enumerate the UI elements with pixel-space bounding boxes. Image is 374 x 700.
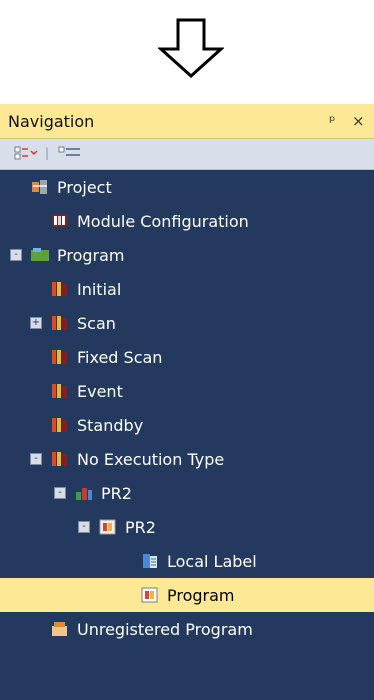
- collapse-all-button[interactable]: [58, 144, 84, 162]
- program-group-icon: [50, 314, 70, 332]
- tree-item-label: Unregistered Program: [77, 619, 253, 639]
- tree-item-label: Scan: [77, 313, 116, 333]
- panel-title-bar: Navigation ᵖ ×: [0, 104, 374, 139]
- tree-item-label: Event: [77, 381, 123, 401]
- tree-item-label: Initial: [77, 279, 122, 299]
- program-group-icon: [50, 348, 70, 366]
- tree-row[interactable]: Event: [0, 374, 374, 408]
- navigation-panel: Navigation ᵖ × | Project Module Configura…: [0, 104, 374, 700]
- local-label-icon: [140, 552, 160, 570]
- pin-icon[interactable]: ᵖ: [329, 112, 335, 130]
- tree-row[interactable]: - PR2: [0, 476, 374, 510]
- collapse-toggle[interactable]: -: [54, 487, 66, 499]
- tree-item-label: Module Configuration: [77, 211, 249, 231]
- tree-item-label: No Execution Type: [77, 449, 225, 469]
- program-group-icon: [50, 416, 70, 434]
- tree-row[interactable]: Local Label: [0, 544, 374, 578]
- tree-item-label: Program: [167, 585, 235, 605]
- program-group-icon: [50, 450, 70, 468]
- tree-row[interactable]: Module Configuration: [0, 204, 374, 238]
- tree-row[interactable]: Initial: [0, 272, 374, 306]
- program-body-icon: [140, 586, 160, 604]
- close-icon[interactable]: ×: [352, 112, 365, 130]
- tree-row[interactable]: Program: [0, 578, 374, 612]
- program-group-icon: [50, 280, 70, 298]
- program-block-icon: [74, 484, 94, 502]
- tree-row[interactable]: - Program: [0, 238, 374, 272]
- tree-row[interactable]: Unregistered Program: [0, 612, 374, 646]
- program-folder-icon: [30, 246, 50, 264]
- expand-collapse-button[interactable]: [14, 144, 40, 162]
- unregistered-program-icon: [50, 620, 70, 638]
- collapse-toggle[interactable]: -: [30, 453, 42, 465]
- toolbar-separator: |: [45, 146, 50, 160]
- project-icon: [30, 178, 50, 196]
- tree-row[interactable]: Project: [0, 170, 374, 204]
- expand-toggle[interactable]: +: [30, 317, 42, 329]
- tree-row[interactable]: Standby: [0, 408, 374, 442]
- tree-row[interactable]: - No Execution Type: [0, 442, 374, 476]
- tree-item-label: Fixed Scan: [77, 347, 163, 367]
- tree-item-label: Project: [57, 177, 112, 197]
- tree-row[interactable]: - PR2: [0, 510, 374, 544]
- navigation-tree: Project Module Configuration - Program Initi…: [0, 170, 374, 700]
- tree-item-label: Local Label: [167, 551, 257, 571]
- collapse-all-icon: [58, 146, 80, 156]
- program-file-icon: [98, 518, 118, 536]
- tree-row[interactable]: Fixed Scan: [0, 340, 374, 374]
- program-group-icon: [50, 382, 70, 400]
- expand-collapse-icon: [14, 146, 38, 160]
- collapse-toggle[interactable]: -: [78, 521, 90, 533]
- collapse-toggle[interactable]: -: [10, 249, 22, 261]
- tree-item-label: PR2: [101, 483, 132, 503]
- tree-item-label: Program: [57, 245, 125, 265]
- tree-row[interactable]: + Scan: [0, 306, 374, 340]
- module-configuration-icon: [50, 212, 70, 230]
- down-arrow-icon: [157, 18, 225, 79]
- tree-item-label: Standby: [77, 415, 144, 435]
- panel-title: Navigation: [8, 112, 95, 131]
- toolbar: |: [0, 139, 374, 170]
- tree-item-label: PR2: [125, 517, 156, 537]
